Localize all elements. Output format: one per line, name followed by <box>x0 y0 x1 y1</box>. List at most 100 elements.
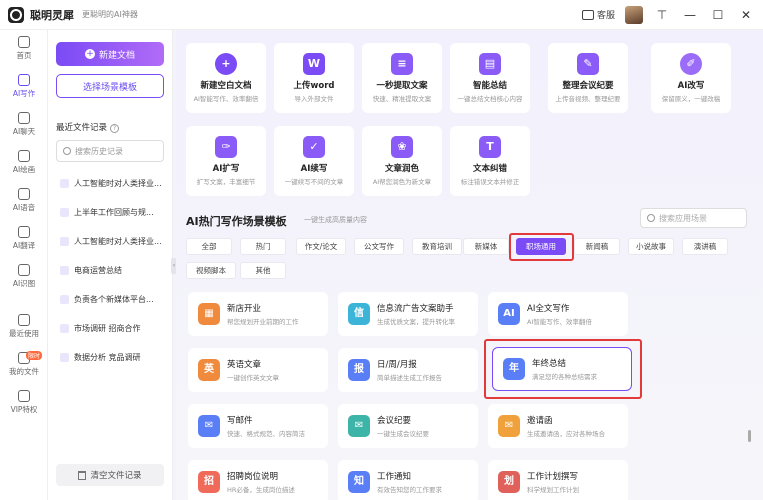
tag-essay[interactable]: 作文/论文 <box>296 238 346 255</box>
template-card-reports[interactable]: 报日/周/月报 简单描述生成工作报告 <box>338 348 478 392</box>
recent-file-item[interactable]: 负责各个新媒体平台... <box>60 294 168 305</box>
plus-icon: + <box>84 49 95 59</box>
document-icon <box>60 237 69 246</box>
nav-item-ai-image-recognition[interactable]: AI识图 <box>0 264 48 289</box>
title-bar: 聪明灵犀 更聪明的AI神器 客服 ⊤ — ☐ ✕ <box>0 0 763 30</box>
nav-item-ai-drawing[interactable]: AI绘画 <box>0 150 48 175</box>
recent-file-item[interactable]: 数据分析 竞品调研 <box>60 352 168 363</box>
recent-files-title: 最近文件记录? <box>56 121 120 133</box>
quick-card-ai-continue[interactable]: ✓ AI续写 一键续写不间的文章 <box>274 126 354 196</box>
template-card-english-article[interactable]: 英英语文章 一键创作英文文章 <box>188 348 328 392</box>
quick-card-polish[interactable]: ❀ 文章润色 AI帮您润色为新文章 <box>362 126 442 196</box>
mic-icon <box>18 188 30 200</box>
maximize-button[interactable]: ☐ <box>709 8 727 22</box>
notice-icon: 知 <box>348 471 370 493</box>
chat-bubble-icon <box>581 9 594 20</box>
template-card-invitation[interactable]: ✉ 邀请函 生成邀请函，应对各种场合 <box>488 404 628 448</box>
template-card-job-description[interactable]: 招招聘岗位说明 HR必备，生成岗位描述 <box>188 460 328 500</box>
document-icon <box>60 353 69 362</box>
recent-file-item[interactable]: 人工智能时对人类择业... <box>60 178 168 189</box>
trash-icon <box>78 470 87 480</box>
nav-item-vip[interactable]: VIP特权 <box>0 390 48 415</box>
app-slogan: 更聪明的AI神器 <box>82 10 138 19</box>
file-panel: + 新建文档 选择场景模板 最近文件记录? 搜索历史记录 人工智能时对人类择业.… <box>48 30 173 500</box>
close-button[interactable]: ✕ <box>737 8 755 22</box>
tag-news[interactable]: 新闻稿 <box>574 238 620 255</box>
plus-icon: + <box>215 53 237 75</box>
scrollbar[interactable] <box>748 430 751 442</box>
new-document-label: 新建文档 <box>98 50 135 61</box>
tag-hot[interactable]: 热门 <box>240 238 286 255</box>
quick-card-upload-word[interactable]: W 上传word 导入外部文件 <box>274 43 354 113</box>
nav-item-ai-voice[interactable]: AI语音 <box>0 188 48 213</box>
document-icon <box>60 179 69 188</box>
app-logo-icon <box>8 6 24 23</box>
vip-badge: 限时 <box>26 351 43 360</box>
history-search-placeholder: 搜索历史记录 <box>75 146 123 156</box>
ai-write-icon: AI <box>498 303 520 325</box>
notes-icon: ✎ <box>577 53 599 75</box>
avatar[interactable] <box>625 5 643 24</box>
recent-file-item[interactable]: 市场调研 招商合作 <box>60 323 168 334</box>
document-icon <box>60 266 69 275</box>
choose-template-button[interactable]: 选择场景模板 <box>56 74 164 98</box>
meeting-icon: ✉ <box>348 415 370 437</box>
continue-icon: ✓ <box>303 136 325 158</box>
help-icon[interactable]: ? <box>110 124 120 133</box>
summary-icon: ▤ <box>479 53 501 75</box>
chat-icon <box>18 112 30 124</box>
quick-card-extract-text[interactable]: ≡ 一秒提取文案 快速、精准提取文案 <box>362 43 442 113</box>
quick-card-proofread[interactable]: T 文本纠错 标注错误文本并修正 <box>450 126 530 196</box>
plan-icon: 划 <box>498 471 520 493</box>
quick-card-ai-rewrite[interactable]: ✐ AI改写 保留原义，一键改稿 <box>651 43 731 113</box>
word-icon: W <box>303 53 325 75</box>
nav-item-recent[interactable]: 最近使用 <box>0 314 48 339</box>
customer-service-button[interactable]: 客服 <box>581 8 615 21</box>
search-icon <box>647 214 655 222</box>
section-subtitle: 一键生成高质量内容 <box>304 216 367 224</box>
recent-file-item[interactable]: 人工智能时对人类择业... <box>60 236 168 247</box>
template-card-new-store[interactable]: ▦ 新店开业 帮您规划开业前期的工作 <box>188 292 328 336</box>
nav-item-ai-writing[interactable]: AI写作 <box>0 74 48 99</box>
customer-service-label: 客服 <box>596 11 615 21</box>
minimize-button[interactable]: — <box>681 8 699 22</box>
nav-item-ai-chat[interactable]: AI聊天 <box>0 112 48 137</box>
highlight-box-template <box>484 339 642 399</box>
tag-speech[interactable]: 演讲稿 <box>682 238 728 255</box>
template-search-input[interactable]: 搜索应用场景 <box>640 208 747 228</box>
template-card-work-notice[interactable]: 知工作通知 有效告知您的工作要求 <box>338 460 478 500</box>
new-document-button[interactable]: + 新建文档 <box>56 42 164 66</box>
tag-new-media[interactable]: 新媒体 <box>463 238 509 255</box>
left-nav: 首页 AI写作 AI聊天 AI绘画 AI语音 AI翻译 AI识图 最近使用 我的… <box>0 30 48 500</box>
tag-novel[interactable]: 小说故事 <box>628 238 674 255</box>
nav-item-home[interactable]: 首页 <box>0 36 48 61</box>
pen-icon <box>18 74 30 86</box>
template-card-work-plan[interactable]: 划工作计划撰写 科学规划工作计划 <box>488 460 628 500</box>
tag-other[interactable]: 其他 <box>240 262 286 279</box>
template-card-ai-fulltext[interactable]: AI AI全文写作 AI智能写作、效率翻倍 <box>488 292 628 336</box>
clock-icon <box>18 314 30 326</box>
quick-card-new-blank[interactable]: + 新建空白文档 AI智能写作、效率翻倍 <box>186 43 266 113</box>
pin-icon[interactable]: ⊤ <box>653 8 671 22</box>
quick-card-smart-summary[interactable]: ▤ 智能总结 一键总结文档核心内容 <box>450 43 530 113</box>
tag-official[interactable]: 公文写作 <box>354 238 404 255</box>
main-content: + 新建空白文档 AI智能写作、效率翻倍 W 上传word 导入外部文件 ≡ 一秒提取文案… <box>176 30 763 500</box>
highlight-box-tag <box>509 233 574 261</box>
quick-card-ai-expand[interactable]: ✑ AI扩写 扩写文案，丰富细节 <box>186 126 266 196</box>
recent-file-item[interactable]: 上半年工作回顾与规... <box>60 207 168 218</box>
tag-education[interactable]: 教育培训 <box>412 238 462 255</box>
tag-all[interactable]: 全部 <box>186 238 232 255</box>
clear-records-button[interactable]: 清空文件记录 <box>56 464 164 486</box>
tag-video-script[interactable]: 视频脚本 <box>186 262 236 279</box>
recent-file-item[interactable]: 电商运营总结 <box>60 265 168 276</box>
document-icon <box>60 208 69 217</box>
template-card-ad-copy[interactable]: 信信息流广告文案助手 生成优质文案，提升转化率 <box>338 292 478 336</box>
nav-item-ai-translate[interactable]: AI翻译 <box>0 226 48 251</box>
report-icon: 报 <box>348 359 370 381</box>
history-search-input[interactable]: 搜索历史记录 <box>56 140 164 162</box>
template-card-meeting-minutes[interactable]: ✉ 会议纪要 一键生成会议纪要 <box>338 404 478 448</box>
app-name: 聪明灵犀 <box>30 8 74 22</box>
store-icon: ▦ <box>198 303 220 325</box>
template-card-write-email[interactable]: ✉ 写邮件 快速、格式规范、内容简洁 <box>188 404 328 448</box>
quick-card-meeting-minutes[interactable]: ✎ 整理会议纪要 上传音视频、整理纪要 <box>548 43 628 113</box>
